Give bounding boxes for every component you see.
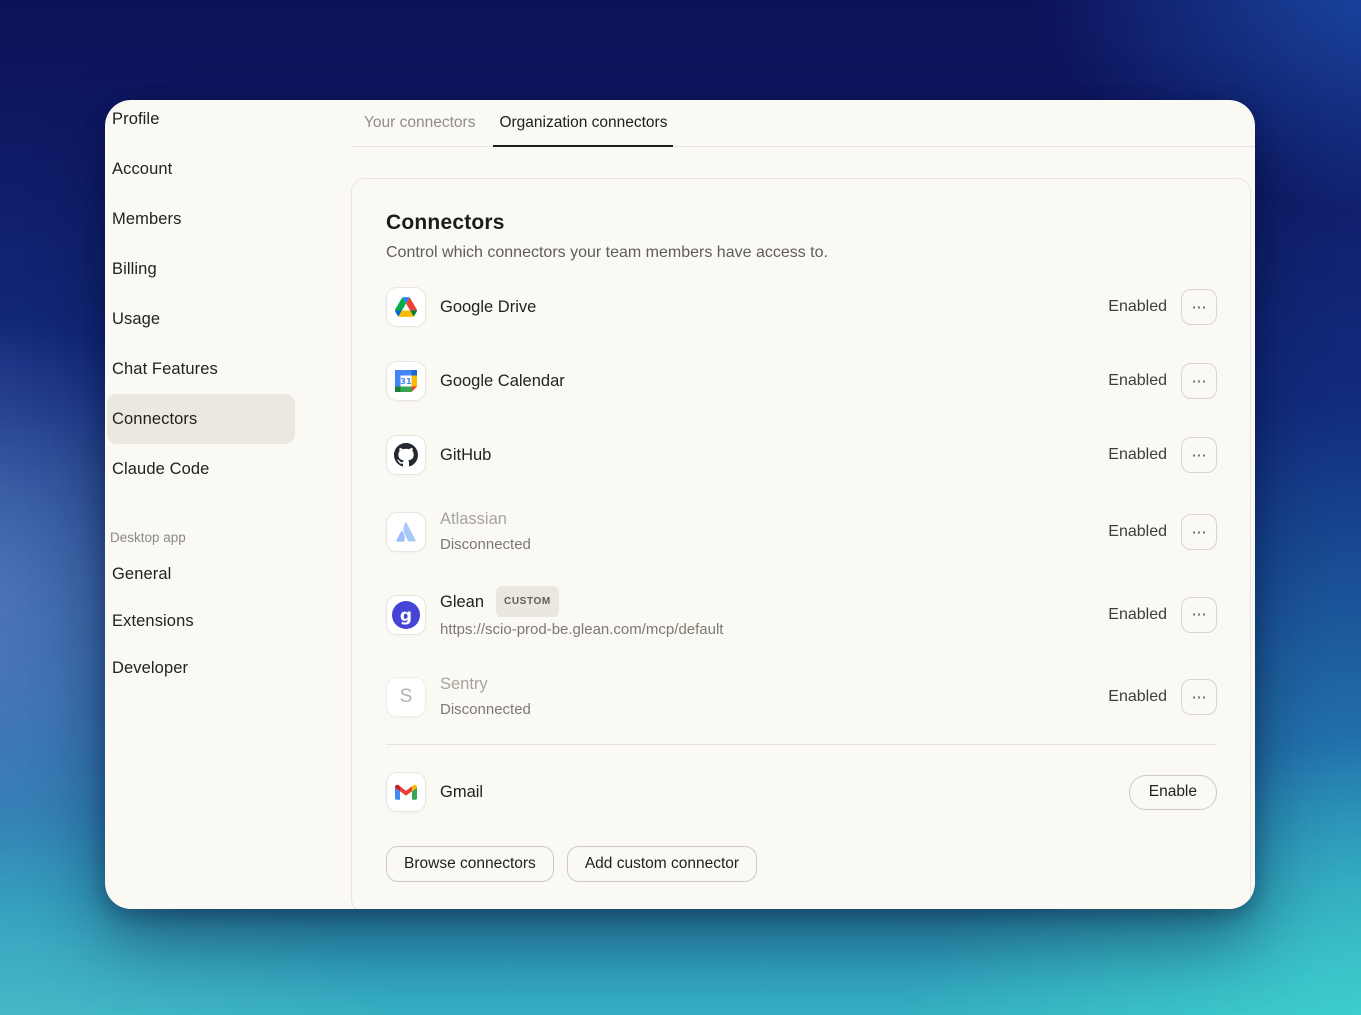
row-divider bbox=[386, 744, 1217, 745]
connectors-card: Connectors Control which connectors your… bbox=[351, 178, 1251, 909]
sidebar-section-desktop-app: Desktop app bbox=[110, 530, 186, 545]
browse-connectors-button[interactable]: Browse connectors bbox=[386, 846, 554, 882]
sidebar-item-general[interactable]: General bbox=[107, 551, 295, 598]
row-gmail: Gmail Enable bbox=[386, 772, 1217, 812]
row-glean: g Glean CUSTOM https://scio-prod-be.glea… bbox=[386, 586, 1217, 643]
glean-icon: g bbox=[386, 594, 426, 635]
sentry-icon: S bbox=[386, 677, 426, 717]
google-calendar-icon: 31 bbox=[386, 361, 426, 401]
row-menu-button[interactable]: ⋯ bbox=[1181, 596, 1217, 633]
row-menu-button[interactable]: ⋯ bbox=[1181, 514, 1217, 550]
atlassian-icon bbox=[386, 512, 426, 552]
tab-organization-connectors[interactable]: Organization connectors bbox=[493, 100, 674, 147]
sidebar-item-usage[interactable]: Usage bbox=[107, 294, 295, 344]
connector-name: Glean bbox=[440, 592, 485, 611]
sidebar-item-account[interactable]: Account bbox=[107, 144, 295, 194]
card-subtitle: Control which connectors your team membe… bbox=[386, 244, 828, 261]
connector-name: Gmail bbox=[440, 783, 484, 801]
connector-status: Enabled bbox=[1108, 446, 1167, 463]
row-menu-button[interactable]: ⋯ bbox=[1181, 363, 1217, 399]
row-github: GitHub Enabled ⋯ bbox=[386, 435, 1217, 475]
connector-name: Google Calendar bbox=[440, 372, 565, 390]
connector-url: https://scio-prod-be.glean.com/mcp/defau… bbox=[440, 621, 724, 638]
connector-status: Enabled bbox=[1108, 298, 1167, 315]
connector-status: Enabled bbox=[1108, 372, 1167, 389]
sidebar-item-billing[interactable]: Billing bbox=[107, 244, 295, 294]
glean-letter: g bbox=[400, 606, 412, 626]
gmail-icon bbox=[386, 772, 426, 812]
row-sentry: S Sentry Disconnected Enabled ⋯ bbox=[386, 671, 1217, 723]
sidebar-item-developer[interactable]: Developer bbox=[107, 645, 295, 692]
sidebar-item-extensions[interactable]: Extensions bbox=[107, 598, 295, 645]
sidebar-item-connectors[interactable]: Connectors bbox=[107, 394, 295, 444]
row-google-calendar: 31 Google Calendar Enabled ⋯ bbox=[386, 361, 1217, 401]
connectors-main-panel: Your connectors Organization connectors … bbox=[351, 100, 1255, 909]
connector-status: Enabled bbox=[1108, 605, 1167, 623]
connector-name: Atlassian bbox=[440, 510, 507, 528]
calendar-number: 31 bbox=[400, 376, 412, 386]
settings-window: Profile Account Members Billing Usage Ch… bbox=[105, 100, 1255, 909]
sidebar-nav-desktop: General Extensions Developer bbox=[107, 551, 351, 692]
sentry-letter: S bbox=[399, 686, 413, 707]
custom-badge: CUSTOM bbox=[496, 586, 559, 617]
github-icon bbox=[386, 435, 426, 475]
connector-name: Google Drive bbox=[440, 298, 537, 316]
settings-sidebar: Profile Account Members Billing Usage Ch… bbox=[105, 100, 351, 909]
connector-status: Enabled bbox=[1108, 523, 1167, 540]
sidebar-nav: Profile Account Members Billing Usage Ch… bbox=[107, 100, 351, 494]
card-title: Connectors bbox=[386, 211, 505, 234]
connector-name: GitHub bbox=[440, 446, 492, 464]
row-google-drive: Google Drive Enabled ⋯ bbox=[386, 287, 1217, 327]
sidebar-item-members[interactable]: Members bbox=[107, 194, 295, 244]
sidebar-item-chat-features[interactable]: Chat Features bbox=[107, 344, 295, 394]
connectors-tabbar: Your connectors Organization connectors bbox=[351, 100, 1255, 147]
row-menu-button[interactable]: ⋯ bbox=[1181, 437, 1217, 473]
row-menu-button[interactable]: ⋯ bbox=[1181, 679, 1217, 715]
connector-rows: Google Drive Enabled ⋯ 31 Google Calenda… bbox=[386, 287, 1217, 882]
sidebar-item-profile[interactable]: Profile bbox=[107, 100, 295, 144]
tab-your-connectors[interactable]: Your connectors bbox=[358, 100, 481, 147]
row-atlassian: Atlassian Disconnected Enabled ⋯ bbox=[386, 506, 1217, 558]
connector-subtitle: Disconnected bbox=[440, 536, 531, 553]
connector-subtitle: Disconnected bbox=[440, 701, 531, 718]
google-drive-icon bbox=[386, 287, 426, 327]
connector-name: Sentry bbox=[440, 675, 488, 693]
enable-button[interactable]: Enable bbox=[1128, 774, 1217, 810]
card-footer: Browse connectors Add custom connector bbox=[386, 846, 1217, 882]
row-menu-button[interactable]: ⋯ bbox=[1181, 289, 1217, 325]
add-custom-connector-button[interactable]: Add custom connector bbox=[566, 846, 758, 882]
sidebar-item-claude-code[interactable]: Claude Code bbox=[107, 444, 295, 494]
connector-status: Enabled bbox=[1108, 688, 1167, 705]
